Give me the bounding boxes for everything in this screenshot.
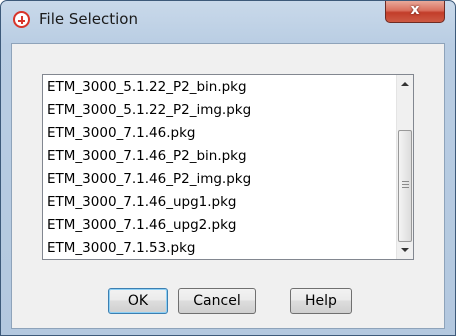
ok-button[interactable]: OK — [108, 288, 168, 314]
file-list-item[interactable]: ETM_3000_7.1.46_P2_bin.pkg — [43, 145, 387, 168]
app-logo-icon — [13, 11, 30, 28]
close-button[interactable]: x — [385, 1, 445, 23]
file-list-items: ETM_3000_5.1.22_P2_bin.pkg ETM_3000_5.1.2… — [43, 76, 387, 259]
scroll-down-button[interactable] — [397, 242, 413, 259]
file-list-item[interactable]: ETM_3000_7.1.46_upg2.pkg — [43, 214, 387, 237]
file-list[interactable]: ETM_3000_5.1.22_P2_bin.pkg ETM_3000_5.1.2… — [42, 74, 414, 260]
arrow-down-icon — [401, 248, 409, 252]
scroll-thumb[interactable] — [398, 130, 412, 242]
window-title: File Selection — [39, 10, 138, 28]
title-bar[interactable]: File Selection x — [1, 1, 455, 41]
arrow-up-icon — [401, 82, 409, 86]
file-list-item[interactable]: ETM_3000_7.1.46_upg1.pkg — [43, 191, 387, 214]
grip-line — [402, 184, 409, 185]
cancel-button[interactable]: Cancel — [178, 288, 256, 314]
grip-line — [402, 187, 409, 188]
file-list-item[interactable]: ETM_3000_7.1.46.pkg — [43, 122, 387, 145]
vertical-scrollbar[interactable] — [396, 75, 413, 259]
file-list-item[interactable]: ETM_3000_5.1.22_P2_img.pkg — [43, 99, 387, 122]
file-list-item[interactable]: ETM_3000_7.1.46_P2_img.pkg — [43, 168, 387, 191]
file-selection-dialog: File Selection x ETM_3000_5.1.22_P2_bin.… — [0, 0, 456, 336]
file-list-item[interactable]: ETM_3000_5.1.22_P2_bin.pkg — [43, 76, 387, 99]
close-icon: x — [410, 2, 420, 18]
file-list-item[interactable]: ETM_3000_7.1.53.pkg — [43, 237, 387, 259]
dialog-body: ETM_3000_5.1.22_P2_bin.pkg ETM_3000_5.1.2… — [11, 43, 445, 329]
scroll-up-button[interactable] — [397, 75, 413, 92]
help-button[interactable]: Help — [290, 288, 352, 314]
grip-line — [402, 181, 409, 182]
